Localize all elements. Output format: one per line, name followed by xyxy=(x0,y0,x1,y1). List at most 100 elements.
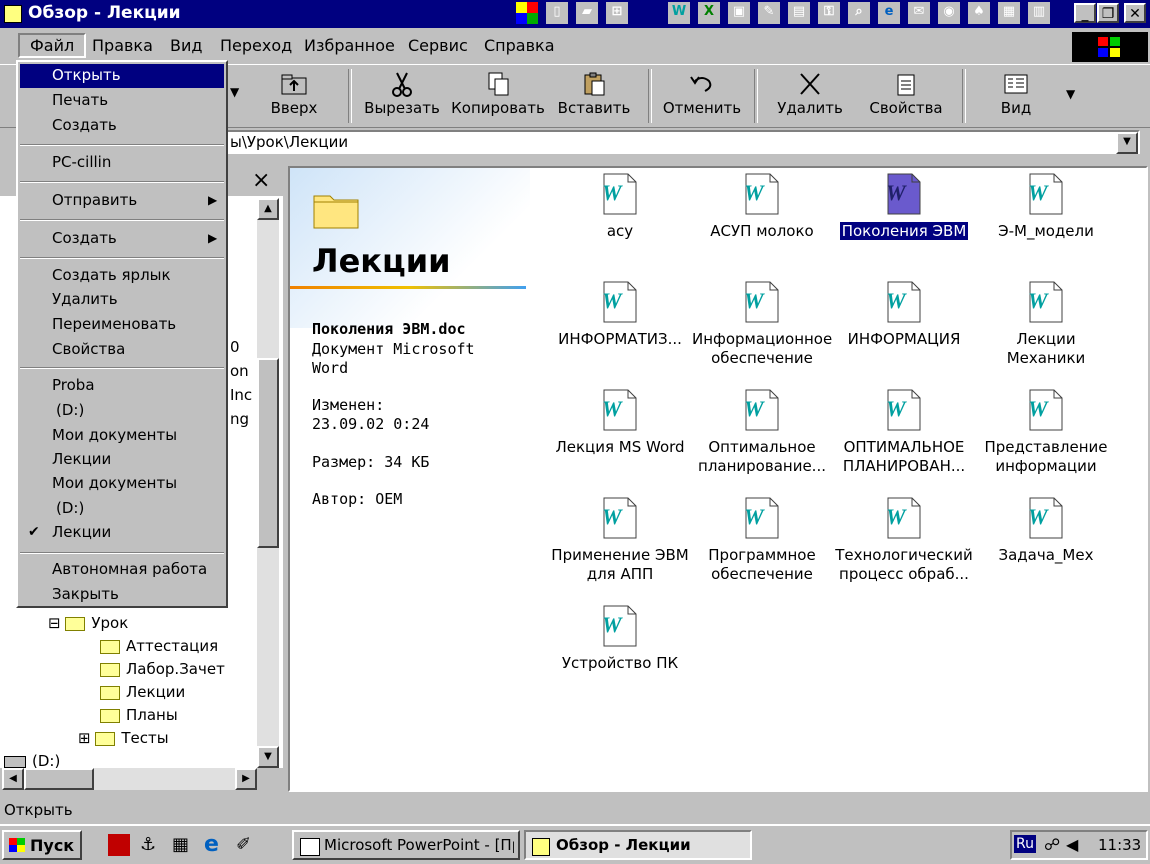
tree-vertical-scrollbar[interactable]: ▲ ▼ xyxy=(257,198,279,768)
channels-icon[interactable]: ⚓ xyxy=(140,834,156,855)
tree-item-labor[interactable]: Лабор.Зачет xyxy=(100,660,225,678)
tools-icon[interactable]: ✎ xyxy=(758,2,780,24)
menu-item-recent[interactable]: Proba xyxy=(52,376,95,394)
copy-button[interactable]: Копировать xyxy=(450,65,546,125)
file-item[interactable]: W АСУП молоко xyxy=(692,172,832,241)
ie-taskbar-icon[interactable]: e xyxy=(204,832,219,857)
file-item[interactable]: W Применение ЭВМ для АПП xyxy=(550,496,690,584)
file-item[interactable]: W ИНФОРМАТИЗ... xyxy=(550,280,690,349)
monitor-icon[interactable]: ▦ xyxy=(998,2,1020,24)
file-item[interactable]: W ИНФОРМАЦИЯ xyxy=(834,280,974,349)
camera-icon[interactable]: ◉ xyxy=(938,2,960,24)
file-item[interactable]: W Устройство ПК xyxy=(550,604,690,673)
task-explorer[interactable]: Обзор - Лекции xyxy=(524,830,752,860)
file-item[interactable]: W Технологический процесс обраб... xyxy=(834,496,974,584)
calculator-icon[interactable]: ▥ xyxy=(1028,2,1050,24)
minimize-button[interactable]: _ xyxy=(1074,3,1096,23)
menu-item-delete[interactable]: Удалить xyxy=(52,290,118,308)
scroll-up-button[interactable]: ▲ xyxy=(257,198,279,220)
menu-tools[interactable]: Сервис xyxy=(408,36,468,55)
tree-item-lectures[interactable]: Лекции xyxy=(100,683,185,701)
toolbar-dropdown-arrow[interactable]: ▼ xyxy=(230,85,239,99)
file-item[interactable]: W Э-М_модели xyxy=(976,172,1116,241)
clock[interactable]: 11:33 xyxy=(1098,836,1141,854)
outlook-express-icon[interactable]: ✐ xyxy=(236,834,251,855)
office-logo-icon[interactable] xyxy=(516,2,538,24)
briefcase-icon[interactable]: ▤ xyxy=(788,2,810,24)
cut-button[interactable]: Вырезать xyxy=(354,65,450,125)
view-dropdown-arrow[interactable]: ▼ xyxy=(1066,87,1075,101)
menu-item-properties[interactable]: Свойства xyxy=(52,340,125,358)
properties-button[interactable]: Свойства xyxy=(858,65,954,125)
left-pane-close[interactable]: × xyxy=(252,168,270,193)
tree-item-tests[interactable]: ⊞ Тесты xyxy=(78,729,169,747)
menu-item-recent[interactable]: Лекции xyxy=(52,450,111,468)
outlook-icon[interactable]: ✉ xyxy=(908,2,930,24)
key-icon[interactable]: ⚿ xyxy=(818,2,840,24)
tree-item-plans[interactable]: Планы xyxy=(100,706,178,724)
menu-item-new[interactable]: Создать xyxy=(52,229,117,247)
expand-icon[interactable]: ⊞ xyxy=(78,729,91,747)
menu-go[interactable]: Переход xyxy=(220,36,292,55)
menu-item-open[interactable]: Открыть xyxy=(52,66,121,84)
menu-item-recent-current[interactable]: Лекции xyxy=(52,523,111,541)
network-icon[interactable]: ⊞ xyxy=(606,2,628,24)
tree-item-attestation[interactable]: Аттестация xyxy=(100,637,218,655)
scroll-thumb[interactable] xyxy=(257,358,279,548)
menu-view[interactable]: Вид xyxy=(170,36,202,55)
file-item[interactable]: W Задача_Мех xyxy=(976,496,1116,565)
powerpoint-icon[interactable]: ▣ xyxy=(728,2,750,24)
menu-item-create[interactable]: Создать xyxy=(52,116,117,134)
menu-file[interactable]: Файл xyxy=(18,33,87,58)
menu-item-pc-cillin[interactable]: PC-cillin xyxy=(52,153,111,171)
new-doc-icon[interactable]: ▯ xyxy=(546,2,568,24)
menu-item-create-shortcut[interactable]: Создать ярлык xyxy=(52,266,171,284)
address-dropdown-button[interactable]: ▼ xyxy=(1116,132,1138,154)
ie-icon[interactable]: e xyxy=(878,2,900,24)
menu-item-recent[interactable]: (D:) xyxy=(56,499,84,517)
close-button[interactable]: ✕ xyxy=(1124,3,1146,23)
menu-item-recent[interactable]: Мои документы xyxy=(52,474,177,492)
delete-button[interactable]: Удалить xyxy=(762,65,858,125)
file-item[interactable]: W Поколения ЭВМ xyxy=(834,172,974,241)
menu-item-send-to[interactable]: Отправить xyxy=(52,191,137,209)
scroll-left-button[interactable]: ◀ xyxy=(2,768,24,790)
open-folder-icon[interactable]: ▰ xyxy=(576,2,598,24)
scroll-thumb[interactable] xyxy=(24,768,94,790)
tree-item-urok[interactable]: ⊟ Урок xyxy=(48,614,128,632)
menu-item-work-offline[interactable]: Автономная работа xyxy=(52,560,207,578)
file-item[interactable]: W Лекция MS Word xyxy=(550,388,690,457)
quick-launch-icon[interactable] xyxy=(108,834,130,856)
menu-item-rename[interactable]: Переименовать xyxy=(52,315,176,333)
menu-edit[interactable]: Правка xyxy=(92,36,153,55)
menu-item-close[interactable]: Закрыть xyxy=(52,585,119,603)
menu-item-recent[interactable]: (D:) xyxy=(56,401,84,419)
word-icon[interactable]: W xyxy=(668,2,690,24)
file-item[interactable]: W Информационное обеспечение xyxy=(692,280,832,368)
up-button[interactable]: Вверх xyxy=(246,65,342,125)
menu-help[interactable]: Справка xyxy=(484,36,555,55)
search-icon[interactable]: ⌕ xyxy=(848,2,870,24)
collapse-icon[interactable]: ⊟ xyxy=(48,614,61,632)
desktop-icon[interactable]: ▦ xyxy=(172,834,189,855)
games-icon[interactable]: ♠ xyxy=(968,2,990,24)
task-powerpoint[interactable]: Microsoft PowerPoint - [Пр... xyxy=(292,830,520,860)
network-tray-icon[interactable]: ☍ xyxy=(1044,835,1060,854)
volume-icon[interactable]: ◀ xyxy=(1066,835,1078,854)
paste-button[interactable]: Вставить xyxy=(546,65,642,125)
file-item[interactable]: W Лекции Механики xyxy=(976,280,1116,368)
file-item[interactable]: W Программное обеспечение xyxy=(692,496,832,584)
file-item[interactable]: W Оптимальное планирование... xyxy=(692,388,832,476)
menu-item-print[interactable]: Печать xyxy=(52,91,108,109)
menu-item-recent[interactable]: Мои документы xyxy=(52,426,177,444)
restore-button[interactable]: ❐ xyxy=(1097,3,1119,23)
language-indicator[interactable]: Ru xyxy=(1014,835,1036,853)
file-item[interactable]: W Представление информации xyxy=(976,388,1116,476)
file-item[interactable]: W ОПТИМАЛЬНОЕ ПЛАНИРОВАН... xyxy=(834,388,974,476)
undo-button[interactable]: Отменить xyxy=(654,65,750,125)
scroll-right-button[interactable]: ▶ xyxy=(235,768,257,790)
start-button[interactable]: Пуск xyxy=(2,830,82,860)
folder-view[interactable]: Лекции Поколения ЭВМ.doc Документ Micros… xyxy=(288,166,1148,792)
excel-icon[interactable]: X xyxy=(698,2,720,24)
menu-favorites[interactable]: Избранное xyxy=(304,36,395,55)
